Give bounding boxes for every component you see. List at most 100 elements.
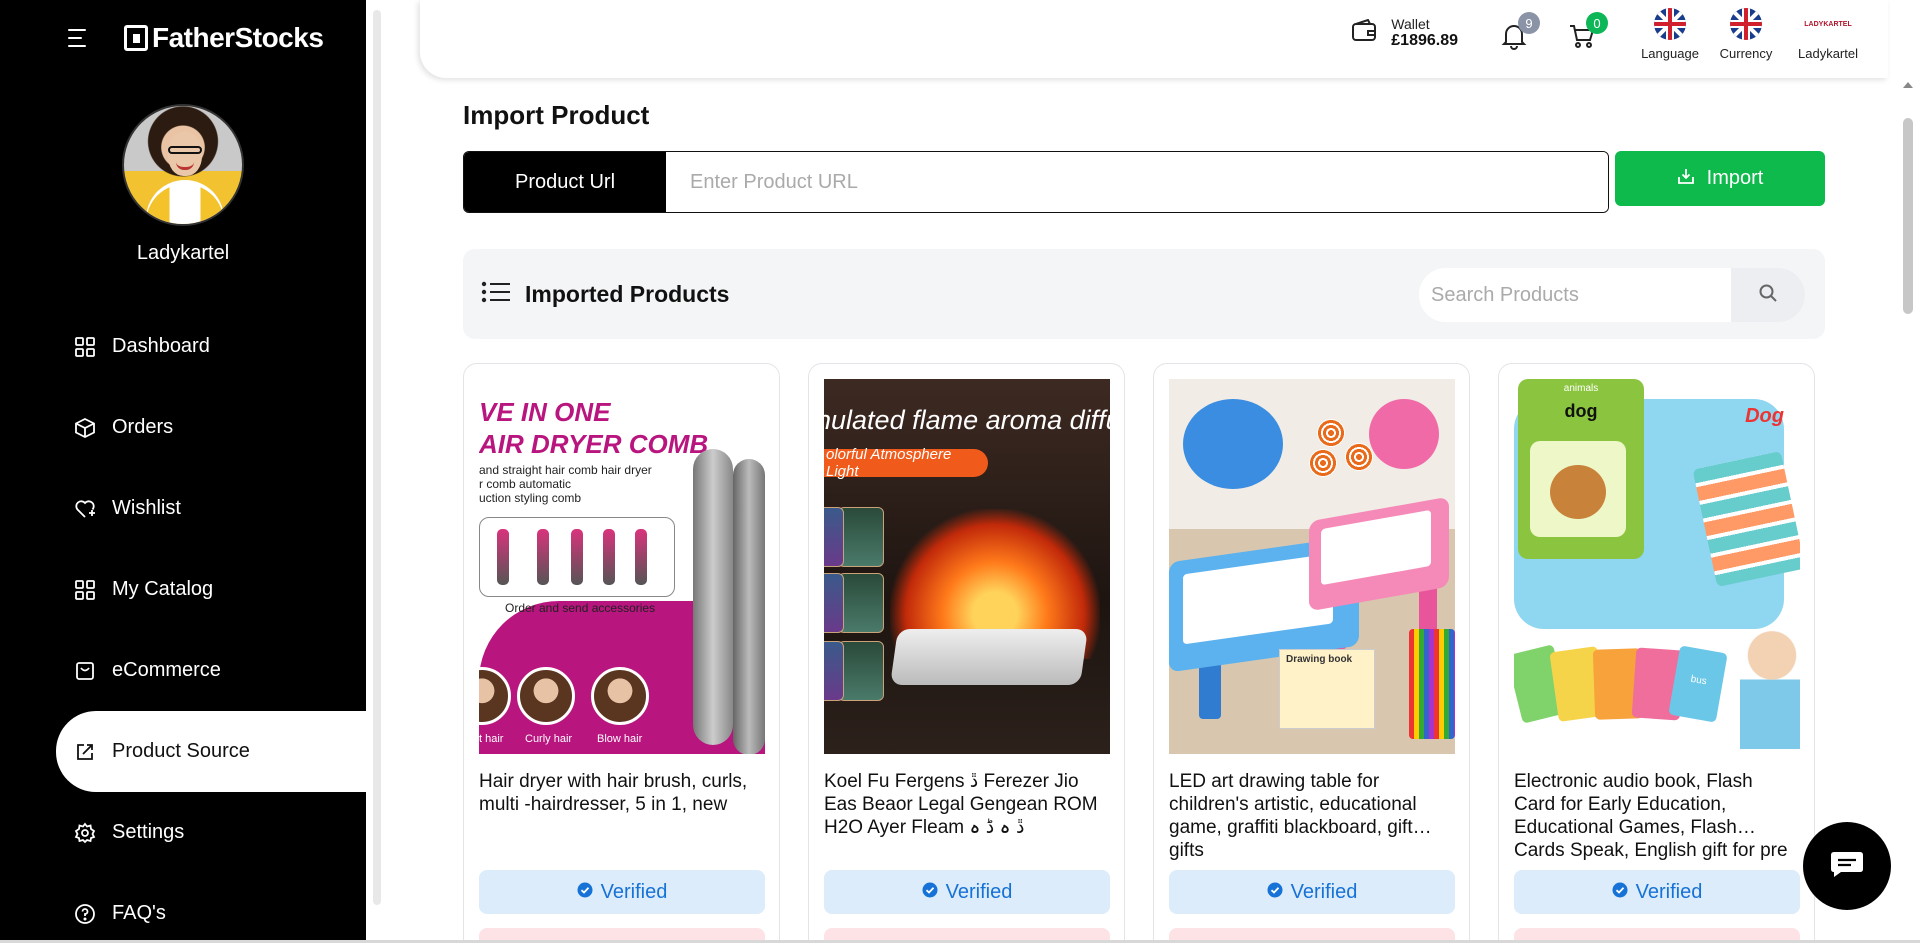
- sidebar-scrollbar[interactable]: [373, 10, 381, 905]
- verified-badge: Verified: [1514, 870, 1800, 914]
- product-image-text: Order and send accessories: [505, 601, 656, 615]
- user-name: Ladykartel: [136, 242, 230, 264]
- sidebar-item-wishlist[interactable]: Wishlist: [0, 468, 366, 549]
- product-image-text: Dog: [1745, 405, 1784, 427]
- product-title[interactable]: Electronic audio book, Flash Card for Ea…: [1514, 770, 1799, 862]
- sidebar-item-dashboard[interactable]: Dashboard: [0, 306, 366, 387]
- sidebar: FatherStocks Ladykartel Dashboard Orders: [0, 0, 366, 943]
- sidebar-item-settings[interactable]: Settings: [0, 792, 366, 873]
- heart-icon: [74, 498, 96, 520]
- import-form: Product Url Import: [463, 151, 1825, 213]
- page-title: Import Product: [463, 100, 650, 130]
- uk-flag-icon: [1654, 8, 1686, 40]
- product-url-label: Product Url: [464, 152, 666, 212]
- top-header: Wallet £1896.89 9 0 Language Currency LA…: [420, 0, 1888, 78]
- gear-icon: [74, 822, 96, 844]
- sidebar-item-label: FAQ's: [112, 902, 166, 924]
- account-label: Ladykartel: [1798, 46, 1858, 61]
- product-image[interactable]: Drawing book: [1169, 379, 1455, 754]
- product-image-text: nulated flame aroma diffuser: [824, 405, 1110, 435]
- product-image-text: Blow hair: [597, 733, 643, 745]
- sidebar-item-faqs[interactable]: FAQ's: [0, 873, 366, 943]
- sidebar-item-label: Orders: [112, 416, 174, 438]
- verified-label: Verified: [1290, 880, 1358, 903]
- check-badge-icon: [577, 881, 593, 904]
- search-icon: [1758, 283, 1778, 308]
- notifications-badge: 9: [1518, 12, 1540, 34]
- cart-badge: 0: [1586, 12, 1608, 34]
- sidebar-header: FatherStocks: [68, 22, 324, 54]
- account-logo: LADYKARTEL: [1804, 20, 1852, 28]
- download-icon: [1677, 167, 1695, 191]
- product-image-text: olorful Atmosphere Light: [824, 446, 988, 480]
- cart-button[interactable]: 0: [1562, 12, 1608, 58]
- search-products-input[interactable]: [1419, 268, 1731, 322]
- sidebar-nav: Dashboard Orders Wishlist My Catalog eCo…: [0, 306, 366, 943]
- product-image-text: and straight hair comb hair dryer r comb…: [479, 463, 652, 505]
- wallet-amount: £1896.89: [1391, 32, 1458, 49]
- check-badge-icon: [1612, 881, 1628, 904]
- verified-label: Verified: [945, 880, 1013, 903]
- chat-icon: [1829, 849, 1865, 884]
- product-image-text: AIR DRYER COMB: [479, 429, 709, 459]
- sidebar-item-label: Settings: [112, 821, 185, 843]
- list-icon: [481, 281, 511, 308]
- product-card[interactable]: VE IN ONE AIR DRYER COMB and straight ha…: [463, 363, 780, 943]
- product-title[interactable]: Koel Fu Fergens ڐ Ferezer Jio Eas Beaor …: [824, 770, 1109, 862]
- brand-logo[interactable]: FatherStocks: [124, 22, 324, 54]
- language-label: Language: [1641, 46, 1699, 61]
- wallet-icon: [1351, 18, 1377, 48]
- app-root: FatherStocks Ladykartel Dashboard Orders: [0, 0, 1920, 943]
- product-image-text: dog: [1564, 401, 1598, 421]
- grid-icon: [74, 579, 96, 601]
- product-title[interactable]: Hair dryer with hair brush, curls, multi…: [479, 770, 764, 862]
- chat-button[interactable]: [1803, 822, 1891, 910]
- url-input-group: Product Url: [463, 151, 1609, 213]
- currency-selector[interactable]: Currency: [1710, 8, 1782, 61]
- language-selector[interactable]: Language: [1634, 8, 1706, 61]
- wallet-label: Wallet: [1391, 16, 1430, 32]
- product-image-text: bus: [1689, 673, 1708, 688]
- brand-logo-icon: [124, 25, 148, 51]
- product-image-text: animals: [1563, 383, 1599, 394]
- dashboard-icon: [74, 336, 96, 358]
- sidebar-item-ecommerce[interactable]: eCommerce: [0, 630, 366, 711]
- sidebar-item-my-catalog[interactable]: My Catalog: [0, 549, 366, 630]
- import-button[interactable]: Import: [1615, 151, 1825, 206]
- currency-label: Currency: [1719, 46, 1773, 61]
- box-icon: [74, 417, 96, 439]
- menu-toggle-icon[interactable]: [68, 29, 90, 47]
- header-actions: Wallet £1896.89 9 0 Language Currency LA…: [1351, 8, 1870, 70]
- product-image[interactable]: VE IN ONE AIR DRYER COMB and straight ha…: [479, 379, 765, 754]
- notifications-button[interactable]: 9: [1494, 12, 1540, 58]
- help-icon: [74, 903, 96, 925]
- product-image[interactable]: animals dog Dog bus: [1514, 379, 1800, 754]
- user-avatar[interactable]: [122, 104, 244, 226]
- product-card[interactable]: nulated flame aroma diffuser olorful Atm…: [808, 363, 1125, 943]
- verified-label: Verified: [1635, 880, 1703, 903]
- verified-badge: Verified: [824, 870, 1110, 914]
- wallet[interactable]: Wallet £1896.89: [1351, 16, 1458, 50]
- product-image[interactable]: nulated flame aroma diffuser olorful Atm…: [824, 379, 1110, 754]
- page-scrollbar-thumb[interactable]: [1903, 118, 1913, 314]
- product-title[interactable]: LED art drawing table for children's art…: [1169, 770, 1454, 862]
- product-card[interactable]: Drawing book LED art drawing table for c…: [1153, 363, 1470, 943]
- product-image-text: Curly hair: [525, 733, 573, 745]
- import-button-label: Import: [1706, 167, 1764, 189]
- product-search: [1419, 268, 1805, 322]
- product-image-text: t hair: [479, 733, 504, 745]
- product-card[interactable]: animals dog Dog bus Electronic audio boo…: [1498, 363, 1815, 943]
- imported-products-header: Imported Products: [463, 249, 1825, 339]
- sidebar-item-label: Wishlist: [112, 497, 181, 519]
- account-menu[interactable]: LADYKARTEL Ladykartel: [1786, 8, 1870, 62]
- product-image-text: VE IN ONE: [479, 397, 611, 427]
- sidebar-item-orders[interactable]: Orders: [0, 387, 366, 468]
- sidebar-item-label: eCommerce: [112, 659, 221, 681]
- uk-flag-icon: [1730, 8, 1762, 40]
- sidebar-item-product-source[interactable]: Product Source: [56, 711, 366, 792]
- scroll-up-arrow-icon[interactable]: [1903, 82, 1913, 88]
- search-button[interactable]: [1731, 268, 1805, 322]
- product-url-input[interactable]: [666, 152, 1608, 212]
- product-grid: VE IN ONE AIR DRYER COMB and straight ha…: [463, 363, 1825, 943]
- sidebar-item-label: Dashboard: [112, 335, 210, 357]
